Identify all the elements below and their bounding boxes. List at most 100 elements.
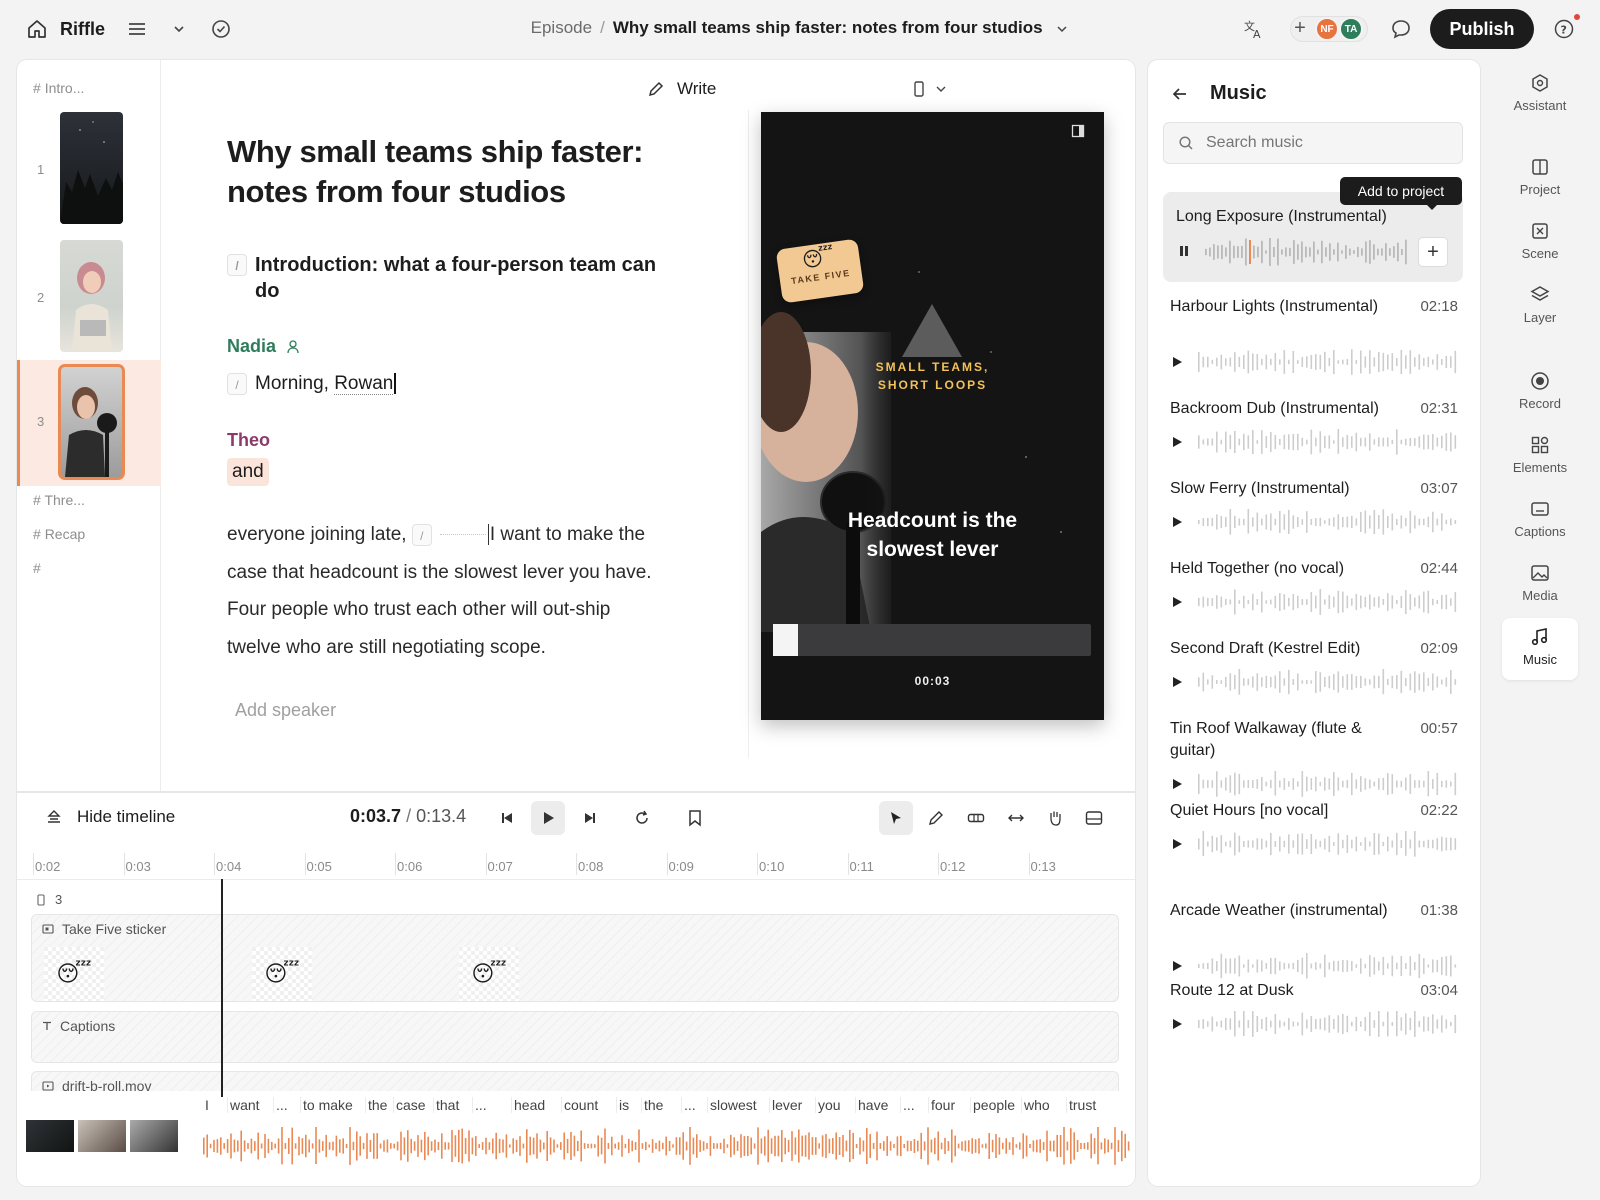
title-chevron-icon[interactable]	[1055, 22, 1069, 36]
transcript-word[interactable]: ...	[472, 1097, 489, 1113]
track-title[interactable]: Slow Ferry (Instrumental)	[1170, 478, 1420, 500]
play-icon[interactable]	[1170, 959, 1188, 977]
video-preview[interactable]: 😴 TAKE FIVE SMALL TEAMS, SHORT LOOPS Head…	[761, 112, 1104, 720]
rail-item-record[interactable]: Record	[1500, 370, 1580, 434]
play-icon[interactable]	[1170, 777, 1188, 795]
rail-item-assistant[interactable]: Assistant	[1500, 72, 1580, 136]
pause-icon[interactable]	[1178, 244, 1190, 258]
play-icon[interactable]	[1170, 837, 1188, 855]
speaker-theo[interactable]: Theo	[227, 430, 270, 451]
track-waveform[interactable]	[1198, 953, 1458, 979]
scene-header-three[interactable]: # Thre...	[33, 492, 85, 508]
track-sticker[interactable]: Take Five sticker 😴 😴 😴	[31, 914, 1119, 1002]
skip-back-icon[interactable]	[490, 801, 524, 835]
track-title[interactable]: Tin Roof Walkaway (flute & guitar)	[1170, 718, 1410, 762]
track-captions[interactable]: Captions	[31, 1011, 1119, 1063]
track-title[interactable]: Harbour Lights (Instrumental)	[1170, 296, 1410, 318]
publish-button[interactable]: Publish	[1430, 9, 1534, 49]
pencil-tool-icon[interactable]	[919, 801, 953, 835]
avatar[interactable]: TA	[1339, 17, 1363, 41]
slash-command-chip[interactable]: /	[411, 523, 432, 546]
preview-panel-icon[interactable]	[1071, 124, 1085, 138]
transcript-word[interactable]: who	[1021, 1097, 1052, 1113]
transcript-word[interactable]: four	[928, 1097, 957, 1113]
transcript-word[interactable]: trust	[1066, 1097, 1098, 1113]
hide-timeline-button[interactable]: Hide timeline	[45, 807, 175, 827]
breadcrumb-parent[interactable]: Episode	[531, 18, 592, 37]
sleepy-face-icon[interactable]: 😴	[459, 947, 519, 1001]
track-waveform[interactable]	[1198, 771, 1458, 797]
transcript-word[interactable]: ...	[900, 1097, 917, 1113]
help-icon[interactable]: ?	[1553, 18, 1575, 40]
rail-item-project[interactable]: Project	[1500, 156, 1580, 220]
skip-forward-icon[interactable]	[573, 801, 607, 835]
transcript-word[interactable]: to make	[300, 1097, 355, 1113]
transcript-word[interactable]: lever	[769, 1097, 804, 1113]
play-icon[interactable]	[1170, 1017, 1188, 1035]
track-title[interactable]: Route 12 at Dusk	[1170, 980, 1420, 1002]
transcript-word[interactable]: you	[815, 1097, 843, 1113]
add-speaker-button[interactable]: Add speaker	[235, 700, 336, 721]
playhead[interactable]	[221, 879, 223, 1097]
rail-item-elements[interactable]: Elements	[1500, 434, 1580, 498]
transcript-word[interactable]: the	[641, 1097, 665, 1113]
transcript-word[interactable]: the	[365, 1097, 389, 1113]
active-track-card[interactable]: Long Exposure (Instrumental) +	[1163, 192, 1463, 282]
track-waveform[interactable]	[1198, 589, 1458, 615]
track-waveform[interactable]	[1198, 349, 1458, 375]
play-icon[interactable]	[1170, 435, 1188, 453]
take-five-sticker[interactable]: 😴 TAKE FIVE	[775, 238, 865, 304]
search-box[interactable]	[1163, 122, 1463, 164]
split-tool-icon[interactable]	[959, 801, 993, 835]
pause-gap[interactable]	[439, 534, 486, 536]
transcript-word[interactable]: have	[855, 1097, 890, 1113]
track-title[interactable]: Arcade Weather (instrumental)	[1170, 900, 1410, 922]
play-icon[interactable]	[1170, 675, 1188, 693]
back-arrow-icon[interactable]	[1170, 84, 1190, 104]
transcript-word[interactable]: I	[203, 1097, 211, 1113]
scene-thumbnail-3[interactable]	[58, 364, 125, 480]
slash-command-chip[interactable]: /	[227, 372, 247, 395]
scene-header-intro[interactable]: # Intro...	[33, 80, 84, 96]
track-title[interactable]: Second Draft (Kestrel Edit)	[1170, 638, 1420, 660]
active-track-waveform[interactable]	[1205, 238, 1409, 266]
track-title[interactable]: Quiet Hours [no vocal]	[1170, 800, 1420, 822]
comment-icon[interactable]	[1390, 18, 1412, 40]
play-icon[interactable]	[1170, 515, 1188, 533]
hand-tool-icon[interactable]	[1038, 801, 1072, 835]
play-icon[interactable]	[531, 801, 565, 835]
transcript-word[interactable]: head	[511, 1097, 547, 1113]
rail-item-layer[interactable]: Layer	[1500, 284, 1580, 348]
search-input[interactable]	[1206, 134, 1436, 152]
avatar[interactable]: NF	[1315, 17, 1339, 41]
sleepy-face-icon[interactable]: 😴	[44, 947, 104, 1001]
breadcrumb-title[interactable]: Why small teams ship faster: notes from …	[613, 18, 1043, 37]
add-collaborator-button[interactable]: +	[1291, 17, 1309, 40]
sleepy-face-icon[interactable]: 😴	[252, 947, 312, 1001]
trim-tool-icon[interactable]	[999, 801, 1033, 835]
transcript-word[interactable]: that	[433, 1097, 461, 1113]
section-heading[interactable]: / Introduction: what a four-person team …	[227, 252, 657, 304]
select-tool-icon[interactable]	[879, 801, 913, 835]
layout-tool-icon[interactable]	[1077, 801, 1111, 835]
transcript-word[interactable]: want	[227, 1097, 262, 1113]
slash-command-chip[interactable]: /	[227, 254, 247, 276]
scene-thumbnail-2[interactable]	[60, 240, 123, 352]
track-title[interactable]: Held Together (no vocal)	[1170, 558, 1420, 580]
nadia-line[interactable]: /Morning, Rowan​	[227, 370, 397, 398]
add-to-project-button[interactable]: +	[1418, 237, 1448, 267]
track-waveform[interactable]	[1198, 509, 1458, 535]
transcript-word[interactable]: count	[561, 1097, 600, 1113]
aspect-ratio-select[interactable]	[913, 80, 947, 98]
speaker-nadia[interactable]: Nadia	[227, 336, 302, 357]
rail-item-music[interactable]: Music	[1502, 618, 1578, 680]
transcript-word[interactable]: is	[616, 1097, 631, 1113]
play-icon[interactable]	[1170, 595, 1188, 613]
user-assign-icon[interactable]	[286, 339, 302, 355]
scene-thumbnail-1[interactable]	[60, 112, 123, 224]
highlighted-word[interactable]: and	[227, 458, 269, 486]
transcript-word[interactable]: ...	[681, 1097, 698, 1113]
scene-header-new[interactable]: #	[33, 560, 41, 576]
rail-item-captions[interactable]: Captions	[1500, 498, 1580, 562]
scene-header-recap[interactable]: # Recap	[33, 526, 85, 542]
